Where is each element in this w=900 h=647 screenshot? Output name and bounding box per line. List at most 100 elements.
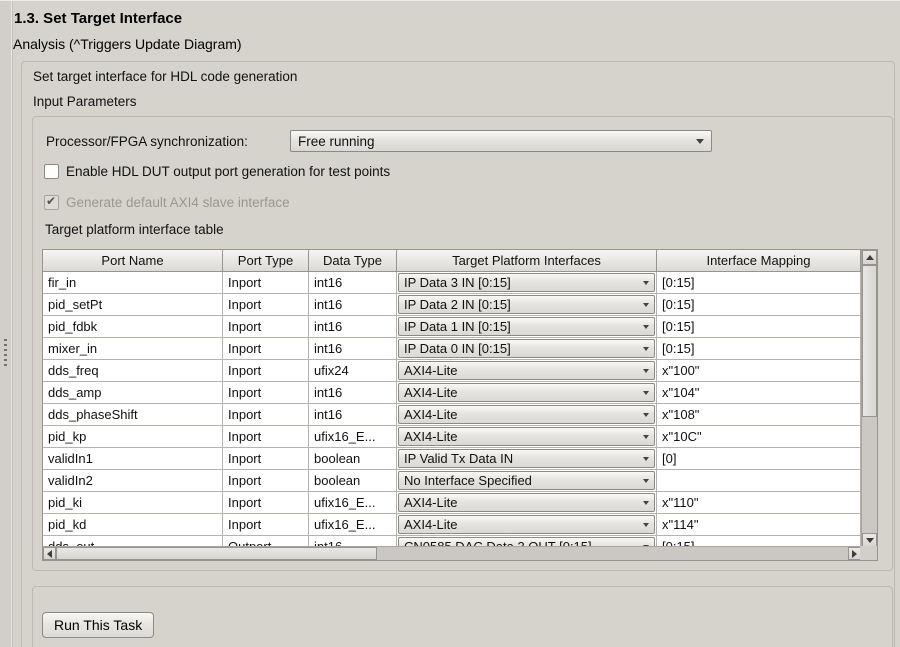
port-type-cell: Inport (223, 316, 309, 338)
sync-select[interactable]: Free running (290, 130, 712, 152)
table-row: mixer_inInportint16IP Data 0 IN [0:15][0… (43, 338, 861, 360)
interface-cell: AXI4-Lite (397, 360, 657, 382)
port-name-cell: validIn1 (43, 448, 223, 470)
interface-mapping-cell[interactable]: [0] (657, 448, 861, 470)
interface-mapping-cell[interactable]: x"100" (657, 360, 861, 382)
axi4-slave-checkbox-label: Generate default AXI4 slave interface (66, 195, 290, 210)
arrow-right-icon (852, 550, 857, 558)
axi4-slave-checkbox-row: Generate default AXI4 slave interface (44, 195, 290, 210)
table-row: validIn2InportbooleanNo Interface Specif… (43, 470, 861, 492)
interface-select[interactable]: AXI4-Lite (398, 405, 655, 424)
run-this-task-button[interactable]: Run This Task (42, 612, 154, 638)
interface-select-value: IP Data 3 IN [0:15] (399, 272, 643, 293)
interface-mapping-cell[interactable]: x"108" (657, 404, 861, 426)
interface-cell: AXI4-Lite (397, 492, 657, 514)
table-row: pid_kpInportufix16_E...AXI4-Litex"10C" (43, 426, 861, 448)
chevron-down-icon (643, 281, 649, 285)
set-target-interface-panel: 1.3. Set Target Interface Analysis (^Tri… (0, 0, 900, 647)
scrollbar-corner (860, 546, 877, 560)
interface-mapping-cell[interactable]: [0:15] (657, 294, 861, 316)
vertical-scrollbar[interactable] (861, 250, 877, 548)
table-row: dds_ampInportint16AXI4-Litex"104" (43, 382, 861, 404)
interface-mapping-cell[interactable]: x"104" (657, 382, 861, 404)
port-name-cell: pid_kp (43, 426, 223, 448)
interface-select[interactable]: AXI4-Lite (398, 383, 655, 402)
interface-select[interactable]: AXI4-Lite (398, 427, 655, 446)
chevron-down-icon (696, 139, 704, 144)
interface-cell: IP Data 0 IN [0:15] (397, 338, 657, 360)
interface-select[interactable]: IP Data 2 IN [0:15] (398, 295, 655, 314)
interface-mapping-cell[interactable]: x"110" (657, 492, 861, 514)
data-type-cell: ufix16_E... (309, 514, 397, 536)
interface-mapping-cell[interactable]: [0:15] (657, 338, 861, 360)
data-type-cell: ufix16_E... (309, 492, 397, 514)
port-name-cell: pid_ki (43, 492, 223, 514)
scroll-left-button[interactable] (43, 547, 56, 560)
interface-select-value: AXI4-Lite (399, 404, 643, 425)
port-type-cell: Inport (223, 272, 309, 294)
column-header[interactable]: Data Type (309, 250, 397, 272)
column-header[interactable]: Port Name (43, 250, 223, 272)
interface-cell: IP Valid Tx Data IN (397, 448, 657, 470)
interface-select-value: AXI4-Lite (399, 492, 643, 513)
interface-select-value: IP Data 0 IN [0:15] (399, 338, 643, 359)
port-name-cell: dds_phaseShift (43, 404, 223, 426)
column-header[interactable]: Target Platform Interfaces (397, 250, 657, 272)
horizontal-scrollbar[interactable] (43, 546, 861, 560)
interface-select[interactable]: IP Data 1 IN [0:15] (398, 317, 655, 336)
interface-select-value: IP Valid Tx Data IN (399, 448, 643, 469)
interface-select[interactable]: No Interface Specified (398, 471, 655, 490)
port-name-cell: mixer_in (43, 338, 223, 360)
chevron-down-icon (643, 347, 649, 351)
interface-cell: AXI4-Lite (397, 426, 657, 448)
port-type-cell: Inport (223, 470, 309, 492)
interface-mapping-cell[interactable]: [0:15] (657, 272, 861, 294)
task-description: Set target interface for HDL code genera… (33, 69, 297, 84)
interface-select-value: AXI4-Lite (399, 382, 643, 403)
interface-select[interactable]: AXI4-Lite (398, 493, 655, 512)
scroll-up-button[interactable] (862, 250, 877, 265)
port-type-cell: Inport (223, 492, 309, 514)
interface-mapping-cell[interactable]: [0:15] (657, 316, 861, 338)
vertical-scrollbar-thumb[interactable] (862, 265, 877, 417)
interface-mapping-cell[interactable] (657, 470, 861, 492)
sync-label: Processor/FPGA synchronization: (46, 134, 248, 149)
port-name-cell: pid_fdbk (43, 316, 223, 338)
port-type-cell: Inport (223, 294, 309, 316)
interface-cell: No Interface Specified (397, 470, 657, 492)
horizontal-scrollbar-thumb[interactable] (56, 547, 377, 560)
chevron-down-icon (643, 391, 649, 395)
column-header[interactable]: Interface Mapping (657, 250, 861, 272)
chevron-down-icon (643, 435, 649, 439)
test-points-checkbox-label: Enable HDL DUT output port generation fo… (66, 164, 390, 179)
interface-select[interactable]: IP Data 0 IN [0:15] (398, 339, 655, 358)
data-type-cell: int16 (309, 338, 397, 360)
interface-cell: IP Data 1 IN [0:15] (397, 316, 657, 338)
interface-select-value: AXI4-Lite (399, 514, 643, 535)
interface-select[interactable]: AXI4-Lite (398, 361, 655, 380)
data-type-cell: ufix16_E... (309, 426, 397, 448)
table-row: pid_fdbkInportint16IP Data 1 IN [0:15][0… (43, 316, 861, 338)
interface-select-value: AXI4-Lite (399, 360, 643, 381)
interface-select[interactable]: AXI4-Lite (398, 515, 655, 534)
interface-select[interactable]: IP Valid Tx Data IN (398, 449, 655, 468)
test-points-checkbox[interactable] (44, 164, 59, 179)
port-type-cell: Inport (223, 426, 309, 448)
port-name-cell: fir_in (43, 272, 223, 294)
table-row: dds_freqInportufix24AXI4-Litex"100" (43, 360, 861, 382)
port-type-cell: Inport (223, 360, 309, 382)
panel-splitter[interactable] (0, 1, 13, 647)
data-type-cell: int16 (309, 272, 397, 294)
splitter-grip-icon (4, 339, 7, 368)
interface-mapping-cell[interactable]: x"114" (657, 514, 861, 536)
chevron-down-icon (643, 303, 649, 307)
column-header[interactable]: Port Type (223, 250, 309, 272)
interface-table: Port NamePort TypeData TypeTarget Platfo… (42, 249, 878, 561)
chevron-down-icon (643, 523, 649, 527)
data-type-cell: boolean (309, 448, 397, 470)
interface-cell: IP Data 3 IN [0:15] (397, 272, 657, 294)
interface-select[interactable]: IP Data 3 IN [0:15] (398, 273, 655, 292)
chevron-down-icon (643, 369, 649, 373)
arrow-up-icon (866, 255, 874, 260)
interface-mapping-cell[interactable]: x"10C" (657, 426, 861, 448)
